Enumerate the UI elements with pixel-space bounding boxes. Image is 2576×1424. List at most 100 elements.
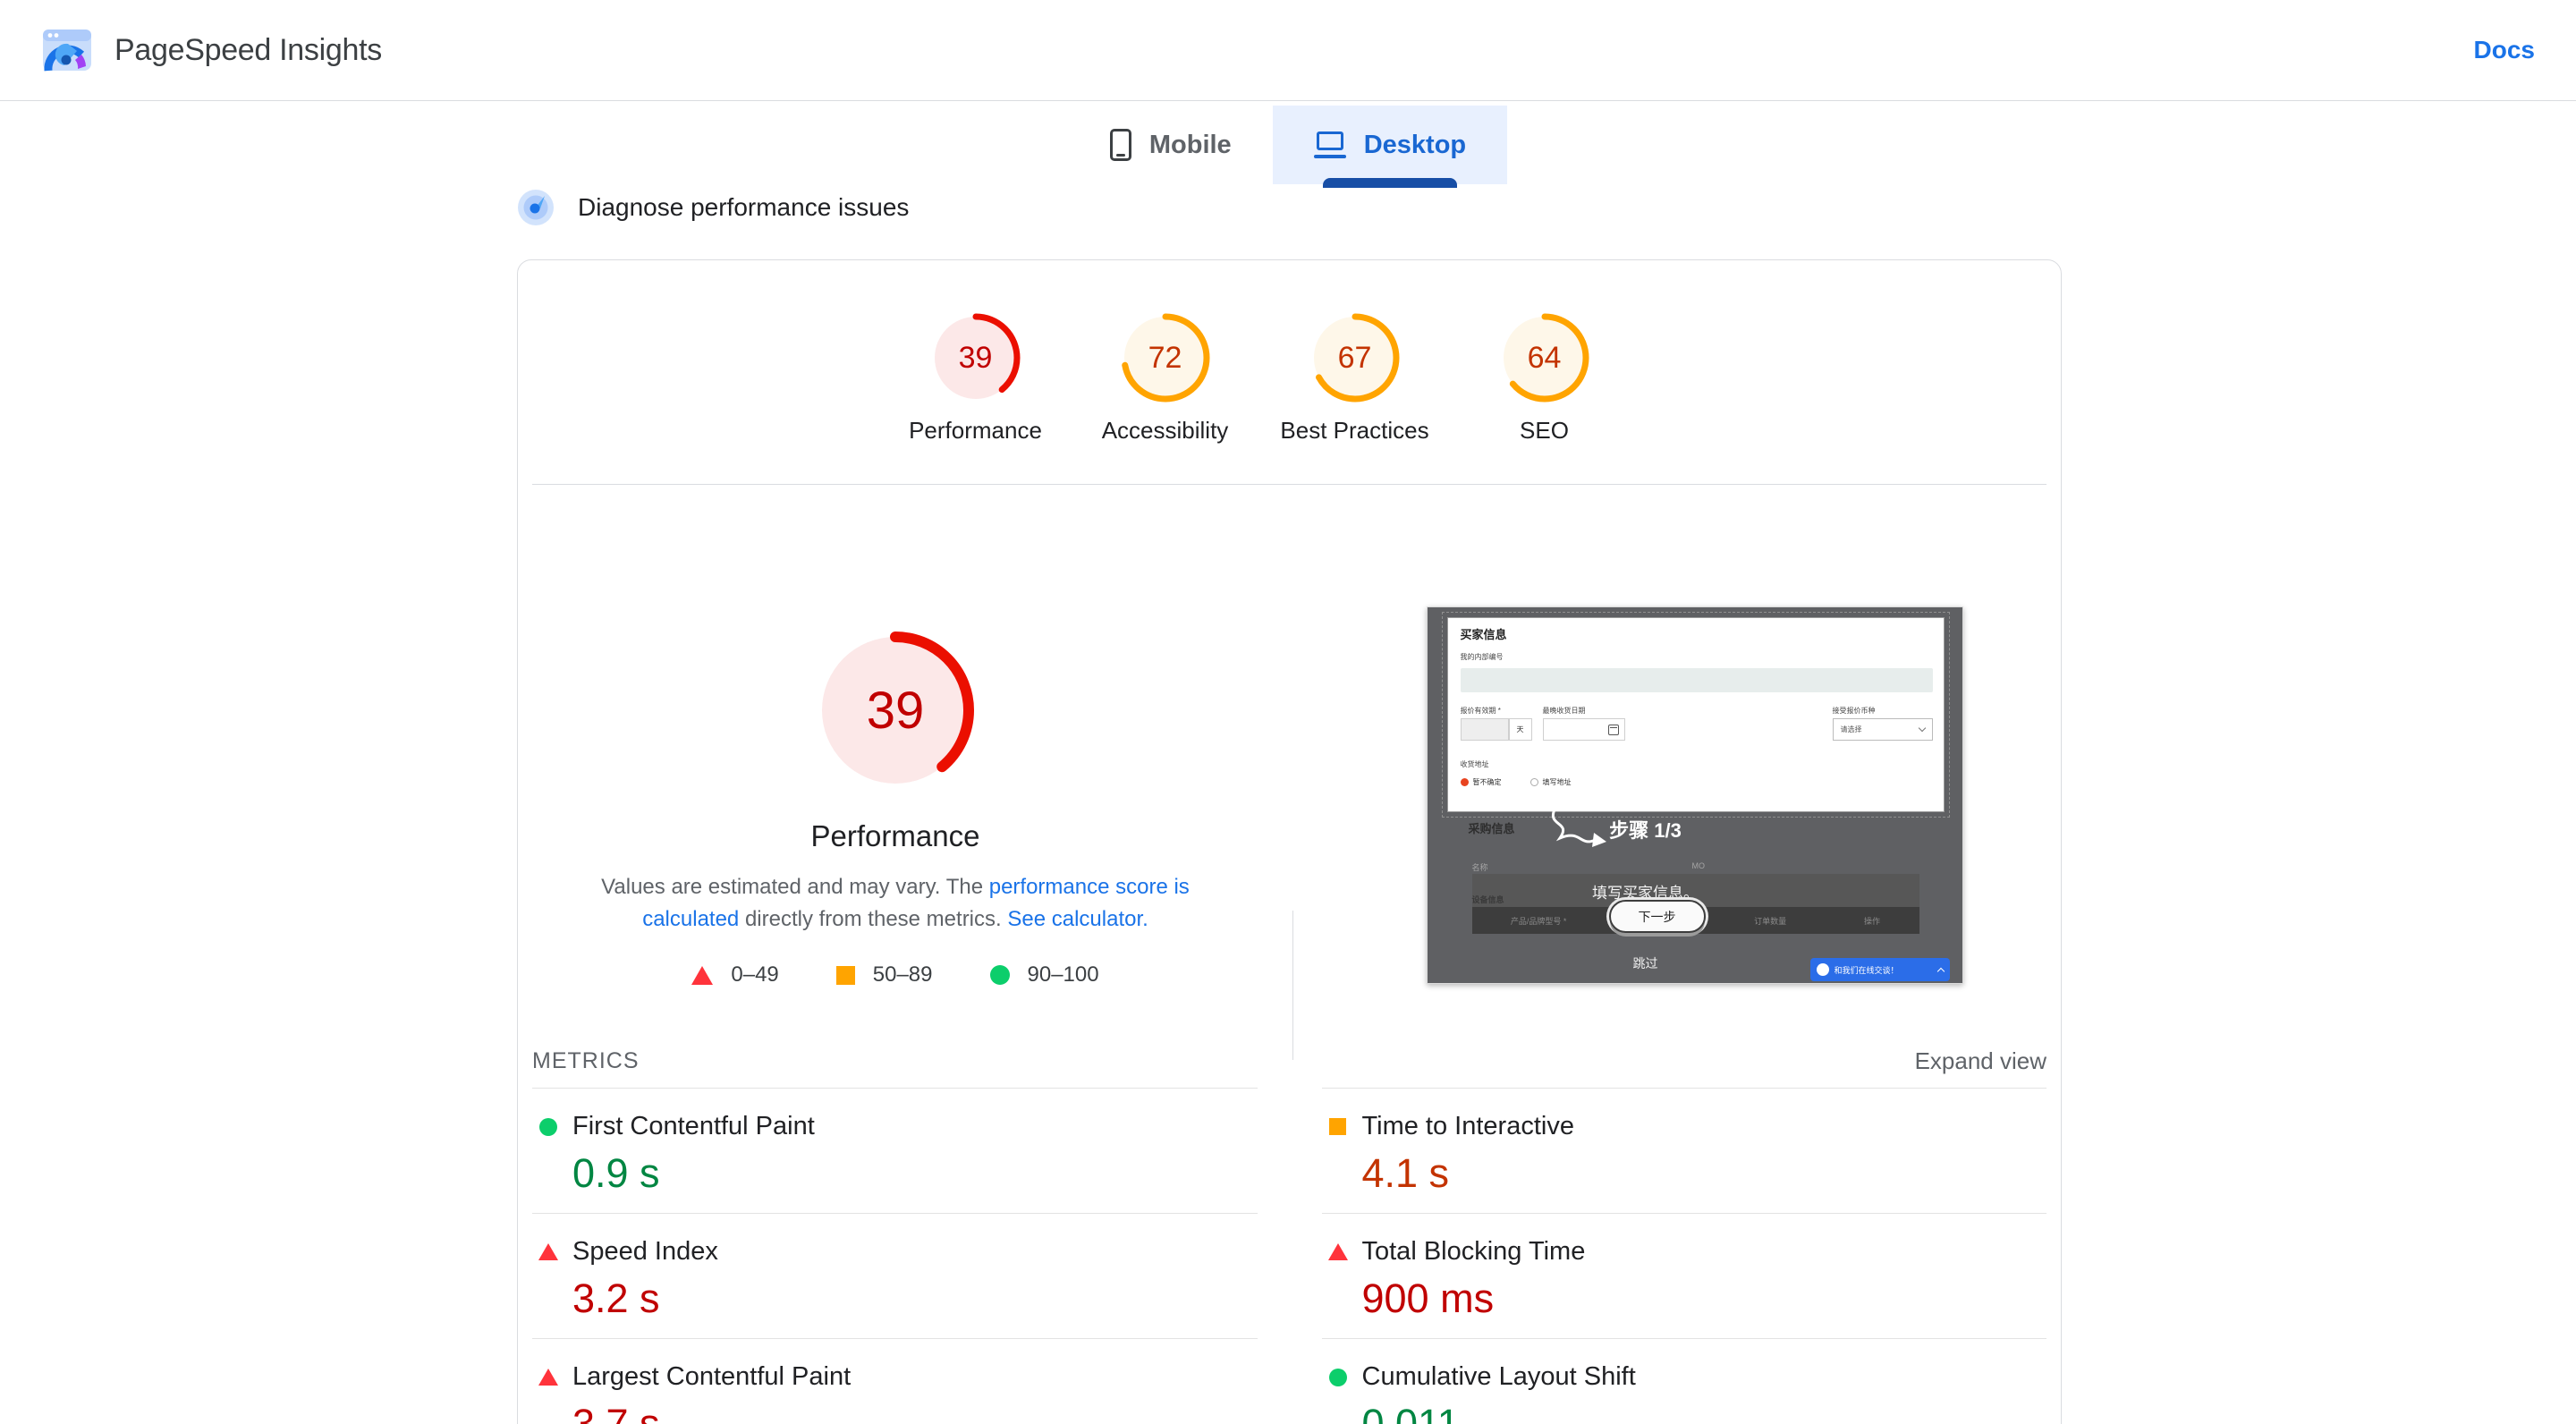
metric-value: 0.9 s — [572, 1150, 1258, 1197]
screenshot-form-panel: 买家信息 我的内部编号 报价有效期 * 天 最晚收货日期 接受报价币种 请选择 — [1447, 617, 1945, 812]
gauge-arc: 67 — [1309, 311, 1402, 404]
metric-name: Time to Interactive — [1362, 1112, 1574, 1141]
screenshot-column: 买家信息 我的内部编号 报价有效期 * 天 最晚收货日期 接受报价币种 请选择 — [1292, 606, 2061, 987]
category-gauge-seo[interactable]: 64 SEO — [1498, 311, 1591, 445]
tour-step-title: 步骤 1/3 — [1428, 815, 1864, 843]
category-gauge-accessibility[interactable]: 72Accessibility — [1119, 311, 1212, 445]
good-circle-icon — [990, 965, 1010, 985]
screenshot-form-title: 买家信息 — [1461, 625, 1507, 642]
category-label: Accessibility — [1102, 417, 1229, 445]
speedometer-icon — [517, 189, 555, 226]
screenshot-small-label: 名称 — [1472, 861, 1488, 873]
metric-value: 3.2 s — [572, 1276, 1258, 1322]
legend-average: 50–89 — [836, 962, 933, 987]
metric-speed-index: Speed Index 3.2 s — [532, 1213, 1258, 1338]
screenshot-radio-label: 暂不确定 — [1473, 777, 1502, 787]
chevron-up-icon — [1936, 967, 1944, 974]
performance-summary-column: 39 Performance Values are estimated and … — [518, 606, 1292, 987]
category-label: SEO — [1520, 417, 1569, 445]
average-square-icon — [836, 966, 855, 985]
metric-total-blocking-time: Total Blocking Time900 ms — [1322, 1213, 2047, 1338]
metrics-grid: First Contentful Paint 0.9 s Time to Inter… — [532, 1088, 2046, 1424]
pagespeed-insights-page: PageSpeed Insights Docs Mobile Desktop D… — [0, 0, 2576, 1424]
device-tabs: Mobile Desktop — [0, 106, 2576, 184]
screenshot-select-value: 请选择 — [1841, 725, 1862, 734]
score-legend: 0–49 50–89 90–100 — [691, 962, 1098, 987]
category-label: Best Practices — [1280, 417, 1428, 445]
metric-first-contentful-paint: First Contentful Paint 0.9 s — [532, 1088, 1258, 1213]
pagespeed-logo-icon — [41, 24, 93, 76]
gauge-arc: 39 — [929, 311, 1022, 404]
expand-view-button[interactable]: Expand view — [1915, 1047, 2046, 1075]
poor-triangle-icon — [1328, 1243, 1348, 1260]
tab-desktop[interactable]: Desktop — [1273, 106, 1507, 184]
screenshot-label: 报价有效期 * — [1461, 706, 1501, 716]
legend-poor-label: 0–49 — [731, 962, 778, 987]
description-text: Values are estimated and may vary. The — [601, 875, 989, 899]
category-score: 67 — [1309, 311, 1402, 404]
performance-heading: Performance — [811, 819, 980, 853]
report-card: 39Performance72Accessibility67Best Pract… — [517, 259, 2062, 1424]
metric-largest-contentful-paint: Largest Contentful Paint 3.7 s — [532, 1338, 1258, 1424]
description-text: directly from these metrics. — [739, 907, 1007, 931]
screenshot-select: 请选择 — [1833, 718, 1933, 741]
app-title: PageSpeed Insights — [114, 33, 382, 68]
category-label: Performance — [909, 417, 1042, 445]
metric-value: 3.7 s — [572, 1401, 1258, 1424]
screenshot-label: 接受报价币种 — [1833, 706, 1876, 716]
legend-poor: 0–49 — [691, 962, 778, 987]
tab-mobile-label: Mobile — [1149, 131, 1232, 160]
tour-next-button[interactable]: 下一步 — [1609, 900, 1706, 933]
performance-score: 39 — [806, 621, 985, 800]
see-calculator-link[interactable]: See calculator. — [1007, 907, 1148, 931]
table-col: 产品/品牌型号 * — [1511, 915, 1567, 927]
metric-time-to-interactive: Time to Interactive4.1 s — [1322, 1088, 2047, 1213]
calendar-icon — [1608, 725, 1619, 735]
metrics-caption: METRICS — [532, 1048, 640, 1074]
category-score: 64 — [1498, 311, 1591, 404]
docs-link[interactable]: Docs — [2474, 36, 2535, 64]
diagnose-section-header: Diagnose performance issues — [517, 188, 2576, 227]
screenshot-input — [1461, 668, 1933, 692]
screenshot-radio-selected: 暂不确定 — [1461, 777, 1502, 787]
metric-name: Speed Index — [572, 1237, 718, 1267]
radio-selected-icon — [1461, 778, 1469, 786]
chevron-down-icon — [1918, 725, 1925, 732]
table-col: 操作 — [1864, 915, 1880, 927]
tour-skip-link[interactable]: 跳过 — [1428, 954, 1864, 972]
laptop-icon — [1314, 131, 1346, 158]
chat-icon — [1817, 963, 1829, 976]
category-gauge-performance[interactable]: 39Performance — [929, 311, 1022, 445]
metric-name: Total Blocking Time — [1362, 1237, 1586, 1267]
metric-name: Largest Contentful Paint — [572, 1362, 851, 1392]
screenshot-date-input — [1543, 718, 1625, 741]
metrics-header: METRICS Expand view — [532, 1045, 2046, 1077]
gauge-arc: 72 — [1119, 311, 1212, 404]
performance-gauge: 39 — [806, 621, 985, 800]
page-screenshot-thumbnail[interactable]: 买家信息 我的内部编号 报价有效期 * 天 最晚收货日期 接受报价币种 请选择 — [1427, 606, 1963, 984]
performance-description: Values are estimated and may vary. The p… — [582, 871, 1208, 936]
metric-value: 0.011 — [1362, 1401, 2047, 1424]
radio-icon — [1530, 778, 1538, 786]
poor-triangle-icon — [691, 966, 713, 985]
good-circle-icon — [539, 1118, 557, 1136]
metric-name: First Contentful Paint — [572, 1112, 815, 1141]
screenshot-days-suffix: 天 — [1509, 718, 1532, 741]
chat-widget[interactable]: 和我们在线交谈！ — [1810, 958, 1950, 981]
good-circle-icon — [1329, 1369, 1347, 1386]
screenshot-small-label: MO — [1692, 861, 1706, 870]
legend-average-label: 50–89 — [873, 962, 933, 987]
legend-good: 90–100 — [990, 962, 1099, 987]
tab-mobile[interactable]: Mobile — [1069, 106, 1273, 184]
metric-name: Cumulative Layout Shift — [1362, 1362, 1636, 1392]
performance-section: 39 Performance Values are estimated and … — [518, 485, 2061, 987]
category-scores-row: 39Performance72Accessibility67Best Pract… — [518, 260, 2061, 484]
table-col: 订单数量 — [1754, 915, 1786, 927]
screenshot-label: 我的内部编号 — [1461, 652, 1504, 662]
legend-good-label: 90–100 — [1028, 962, 1099, 987]
screenshot-label: 收货地址 — [1461, 759, 1489, 769]
category-gauge-best-practices[interactable]: 67Best Practices — [1309, 311, 1402, 445]
category-score: 72 — [1119, 311, 1212, 404]
app-header: PageSpeed Insights Docs — [0, 0, 2576, 101]
screenshot-radio: 填写地址 — [1530, 777, 1572, 787]
